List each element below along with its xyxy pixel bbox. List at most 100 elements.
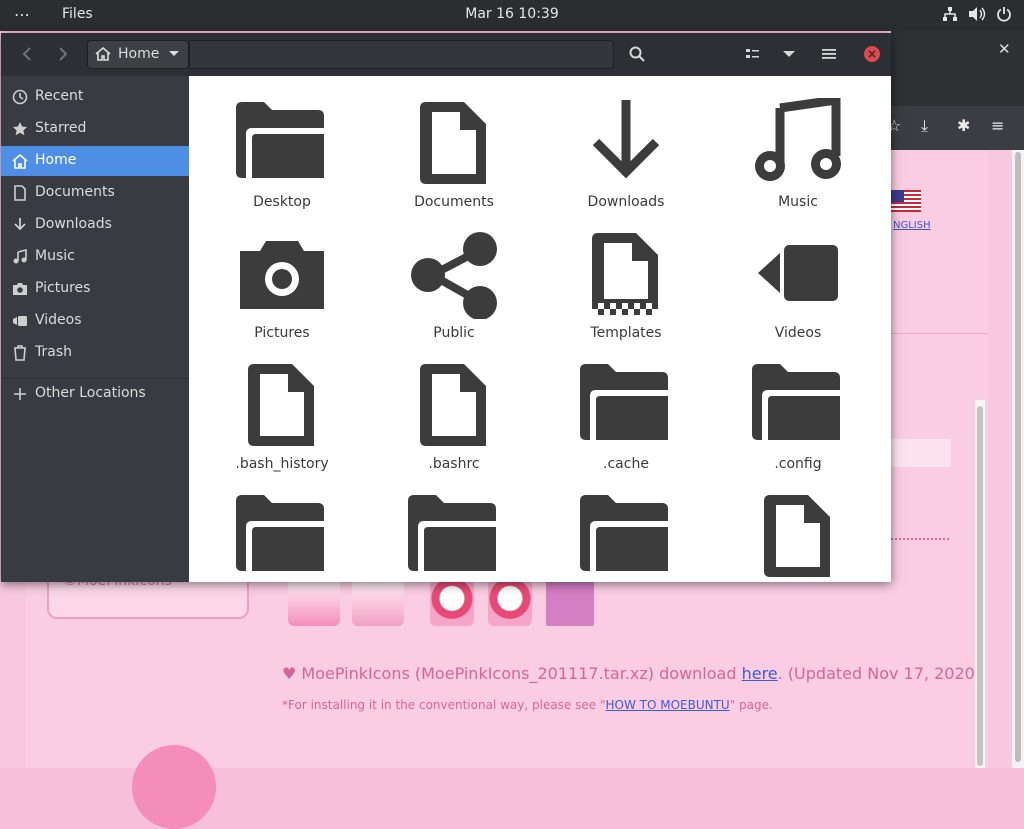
- file-item[interactable]: Videos: [712, 215, 884, 345]
- document-icon: [14, 185, 26, 201]
- file-icon: [420, 102, 486, 184]
- view-list-button[interactable]: [741, 39, 765, 69]
- file-item-name: Templates: [590, 325, 662, 341]
- forward-button[interactable]: [51, 39, 75, 69]
- sidebar-item-videos[interactable]: Videos: [1, 306, 189, 336]
- downloads-arrow-icon[interactable]: ⤓: [921, 116, 928, 136]
- clock[interactable]: Mar 16 10:39: [0, 6, 1024, 22]
- volume-icon: [969, 7, 986, 21]
- sidebar-item-other-locations[interactable]: Other Locations: [1, 379, 189, 409]
- sidebar-item-recent[interactable]: Recent: [1, 82, 189, 112]
- thumb-heart-file: [288, 580, 340, 626]
- file-item-name: .bashrc: [428, 456, 480, 472]
- file-item[interactable]: .bash_history: [196, 346, 368, 476]
- hamburger-icon: [822, 49, 836, 59]
- file-item[interactable]: [196, 477, 368, 582]
- browser-close-icon[interactable]: ✕: [998, 40, 1011, 58]
- system-tray[interactable]: [942, 6, 1012, 22]
- sidebar-item-home[interactable]: Home: [1, 146, 189, 176]
- sidebar-item-label: Trash: [35, 344, 72, 360]
- path-label: Home: [118, 46, 160, 62]
- file-item[interactable]: Documents: [368, 84, 540, 214]
- english-link[interactable]: NGLISH: [893, 220, 931, 231]
- file-item[interactable]: [540, 477, 712, 582]
- how-to-moebuntu-link[interactable]: HOW TO MOEBUNTU: [605, 698, 729, 712]
- file-item[interactable]: Pictures: [196, 215, 368, 345]
- file-icon: [420, 364, 486, 446]
- plus-icon: [14, 388, 26, 400]
- browser-menu-icon[interactable]: ≡: [991, 116, 1004, 135]
- install-note: *For installing it in the conventional w…: [282, 698, 773, 712]
- download-here-link[interactable]: here: [742, 664, 778, 683]
- search-icon: [629, 46, 645, 62]
- file-item[interactable]: Templates: [540, 215, 712, 345]
- folder-icon: [408, 495, 496, 571]
- download-text: ♥ MoePinkIcons (MoePinkIcons_201117.tar.…: [282, 664, 742, 683]
- thumb-trash-1: [430, 580, 474, 626]
- file-item[interactable]: .config: [712, 346, 884, 476]
- view-options-button[interactable]: [777, 39, 801, 69]
- file-item-name: Music: [778, 194, 818, 210]
- page-scrollbar[interactable]: [1012, 150, 1024, 768]
- trash-icon: [14, 345, 26, 361]
- file-item-name: Pictures: [254, 325, 310, 341]
- dotted-divider: [891, 538, 949, 540]
- inner-scrollbar[interactable]: [975, 400, 985, 768]
- clock-icon: [12, 89, 28, 105]
- chevron-left-icon: [22, 47, 31, 61]
- file-item[interactable]: [368, 477, 540, 582]
- file-item-name: .bash_history: [235, 456, 329, 472]
- sidebar-item-documents[interactable]: Documents: [1, 178, 189, 208]
- pink-box: [891, 439, 951, 467]
- sidebar-item-label: Other Locations: [35, 385, 146, 401]
- icon-thumbnails: [288, 580, 598, 630]
- sidebar-item-music[interactable]: Music: [1, 242, 189, 272]
- sidebar-item-label: Starred: [35, 120, 87, 136]
- top-bar: ⋯ Files Mar 16 10:39: [0, 0, 1024, 31]
- file-item[interactable]: [712, 477, 884, 582]
- share-icon: [411, 232, 497, 319]
- file-item[interactable]: Desktop: [196, 84, 368, 214]
- file-item-name: Documents: [414, 194, 494, 210]
- music-icon: [13, 249, 27, 264]
- sidebar-item-downloads[interactable]: Downloads: [1, 210, 189, 240]
- sidebar-item-trash[interactable]: Trash: [1, 338, 189, 368]
- install-suffix: " page.: [729, 698, 773, 712]
- list-view-icon: [746, 49, 759, 58]
- page-scroll-thumb[interactable]: [1015, 152, 1021, 762]
- window-close-button[interactable]: ×: [864, 46, 880, 62]
- folder-icon: [236, 495, 324, 571]
- music-icon: [755, 98, 841, 181]
- back-button[interactable]: [15, 39, 39, 69]
- folder-icon: [580, 495, 668, 571]
- sidebar-item-label: Music: [35, 248, 75, 264]
- file-item[interactable]: Downloads: [540, 84, 712, 214]
- file-item[interactable]: .cache: [540, 346, 712, 476]
- path-bar-empty[interactable]: [189, 40, 614, 69]
- us-flag-icon[interactable]: [891, 190, 921, 212]
- download-icon: [592, 100, 660, 179]
- camera-icon: [240, 241, 324, 309]
- path-button-home[interactable]: Home: [87, 40, 189, 69]
- extension-icon[interactable]: ✱: [957, 116, 970, 135]
- divider: [891, 333, 988, 334]
- folder-icon: [580, 364, 668, 440]
- home-icon: [12, 153, 28, 169]
- inner-scroll-thumb[interactable]: [977, 406, 983, 766]
- browser-toolbar: ☆ ⤓ ✱ ≡: [887, 106, 1024, 150]
- file-item[interactable]: .bashrc: [368, 346, 540, 476]
- file-item-name: .config: [774, 456, 822, 472]
- file-item-name: Desktop: [253, 194, 311, 210]
- sidebar-item-pictures[interactable]: Pictures: [1, 274, 189, 304]
- file-item[interactable]: Public: [368, 215, 540, 345]
- close-icon: ×: [866, 47, 878, 61]
- file-item-name: Downloads: [587, 194, 665, 210]
- menu-button[interactable]: [817, 39, 841, 69]
- search-button[interactable]: [625, 39, 649, 69]
- file-item[interactable]: Music: [712, 84, 884, 214]
- file-grid: Desktop Documents Downloads Music Pictures Pu…: [189, 76, 891, 582]
- camera-icon: [13, 283, 27, 295]
- sidebar-item-starred[interactable]: Starred: [1, 114, 189, 144]
- power-icon: [997, 7, 1011, 22]
- file-icon: [764, 495, 830, 577]
